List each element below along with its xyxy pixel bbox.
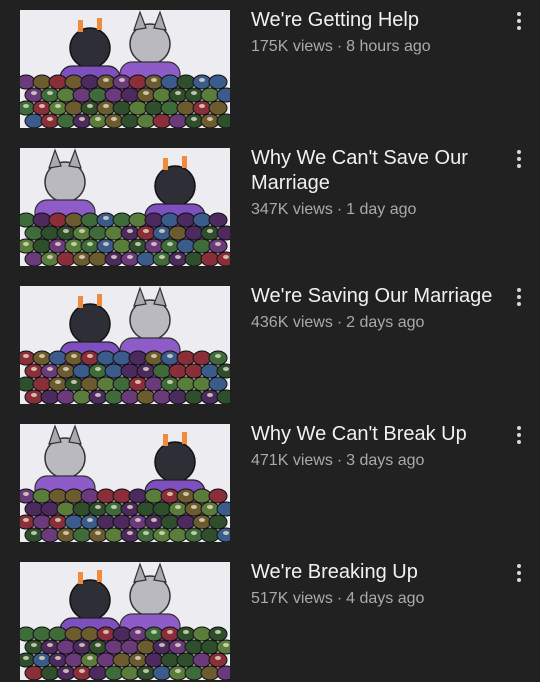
more-vert-icon[interactable] — [508, 422, 530, 448]
video-thumbnail[interactable] — [20, 286, 230, 404]
view-count: 517K views — [251, 590, 333, 607]
menu-dot — [517, 426, 521, 430]
menu-dot — [517, 164, 521, 168]
video-meta: 175K views · 8 hours ago — [251, 36, 499, 58]
menu-dot — [517, 12, 521, 16]
video-info[interactable]: Why We Can't Save Our Marriage 347K views… — [251, 146, 499, 221]
video-list: We're Getting Help 175K views · 8 hours ago… — [0, 0, 540, 682]
video-thumbnail[interactable] — [20, 424, 230, 542]
view-count: 471K views — [251, 452, 333, 469]
menu-dot — [517, 440, 521, 444]
meta-separator: · — [336, 590, 343, 607]
upload-age: 8 hours ago — [346, 38, 431, 55]
video-title[interactable]: We're Breaking Up — [251, 560, 499, 585]
meta-separator: · — [336, 38, 343, 55]
upload-age: 1 day ago — [346, 201, 417, 218]
menu-dot — [517, 150, 521, 154]
menu-dot — [517, 302, 521, 306]
upload-age: 4 days ago — [346, 590, 425, 607]
more-vert-icon[interactable] — [508, 284, 530, 310]
meta-separator: · — [336, 452, 343, 469]
more-vert-icon[interactable] — [508, 146, 530, 172]
menu-dot — [517, 157, 521, 161]
video-info[interactable]: We're Breaking Up 517K views · 4 days ago — [251, 560, 499, 610]
video-meta: 517K views · 4 days ago — [251, 588, 499, 610]
video-info[interactable]: We're Saving Our Marriage 436K views · 2 da… — [251, 284, 499, 334]
video-thumbnail[interactable] — [20, 148, 230, 266]
video-list-item[interactable]: We're Getting Help 175K views · 8 hours ago — [0, 0, 540, 138]
video-title[interactable]: Why We Can't Break Up — [251, 422, 499, 447]
video-thumbnail[interactable] — [20, 562, 230, 680]
video-list-item[interactable]: Why We Can't Break Up 471K views · 3 days a… — [0, 414, 540, 552]
meta-separator: · — [336, 201, 343, 218]
video-title[interactable]: We're Saving Our Marriage — [251, 284, 499, 309]
view-count: 175K views — [251, 38, 333, 55]
upload-age: 3 days ago — [346, 452, 425, 469]
video-meta: 471K views · 3 days ago — [251, 450, 499, 472]
video-title[interactable]: We're Getting Help — [251, 8, 499, 33]
video-list-item[interactable]: We're Saving Our Marriage 436K views · 2 da… — [0, 276, 540, 414]
video-info[interactable]: Why We Can't Break Up 471K views · 3 days a… — [251, 422, 499, 472]
video-list-item[interactable]: Why We Can't Save Our Marriage 347K views… — [0, 138, 540, 276]
meta-separator: · — [336, 314, 343, 331]
menu-dot — [517, 564, 521, 568]
video-title[interactable]: Why We Can't Save Our Marriage — [251, 146, 499, 196]
menu-dot — [517, 433, 521, 437]
video-meta: 436K views · 2 days ago — [251, 312, 499, 334]
video-info[interactable]: We're Getting Help 175K views · 8 hours ago — [251, 8, 499, 58]
video-meta: 347K views · 1 day ago — [251, 199, 499, 221]
menu-dot — [517, 571, 521, 575]
upload-age: 2 days ago — [346, 314, 425, 331]
menu-dot — [517, 288, 521, 292]
menu-dot — [517, 295, 521, 299]
view-count: 347K views — [251, 201, 333, 218]
video-list-item[interactable]: We're Breaking Up 517K views · 4 days ago — [0, 552, 540, 682]
menu-dot — [517, 26, 521, 30]
menu-dot — [517, 578, 521, 582]
more-vert-icon[interactable] — [508, 560, 530, 586]
view-count: 436K views — [251, 314, 333, 331]
menu-dot — [517, 19, 521, 23]
video-thumbnail[interactable] — [20, 10, 230, 128]
more-vert-icon[interactable] — [508, 8, 530, 34]
